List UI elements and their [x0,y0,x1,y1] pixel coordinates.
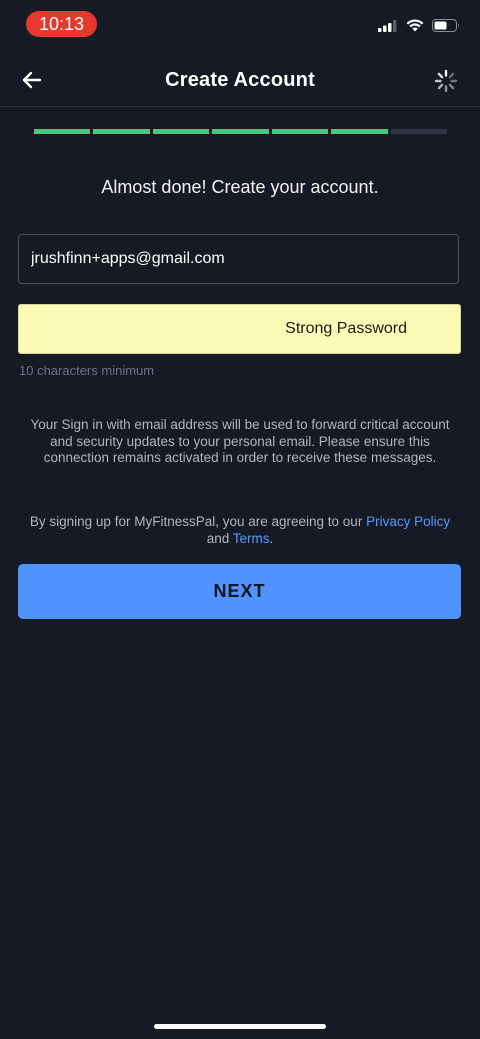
status-bar: 10:13 [0,0,480,50]
progress-step-complete [212,129,269,134]
email-field[interactable] [18,234,459,284]
terms-text: By signing up for MyFitnessPal, you are … [20,513,460,547]
terms-suffix: . [269,531,274,546]
email-notice-text: Your Sign in with email address will be … [30,417,450,465]
status-icons [378,19,460,37]
password-strength-label: Strong Password [285,320,407,337]
privacy-policy-link[interactable]: Privacy Policy [366,514,450,529]
battery-icon [432,19,460,37]
terms-link[interactable]: Terms [233,531,270,546]
password-field[interactable]: Strong Password [18,304,461,354]
terms-middle: and [206,531,233,546]
home-indicator [154,1024,326,1029]
page-title: Create Account [165,69,315,91]
signup-progress-bar [34,129,447,134]
password-hint: 10 characters minimum [19,363,155,378]
progress-step-complete [34,129,91,134]
status-time: 10:13 [26,11,97,37]
progress-step-complete [271,129,329,134]
cellular-signal-icon [378,19,398,37]
spinner-icon [434,69,458,93]
next-button[interactable]: NEXT [18,564,461,619]
form-heading: Almost done! Create your account. [101,177,379,197]
wifi-icon [406,19,424,37]
progress-step-complete [152,129,210,134]
progress-step-pending [390,129,447,134]
terms-prefix: By signing up for MyFitnessPal, you are … [29,514,367,529]
progress-step-complete [93,129,150,134]
progress-step-complete [331,129,388,134]
nav-bar: Create Account [0,52,480,107]
